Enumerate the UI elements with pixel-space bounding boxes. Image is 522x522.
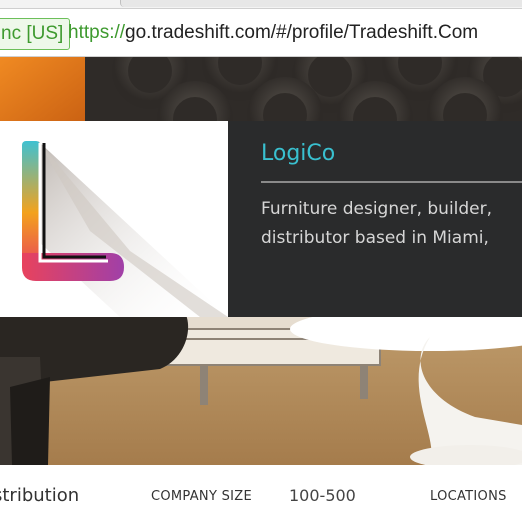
browser-tab-strip: [0, 0, 522, 9]
company-size-value: 100-500: [289, 486, 356, 505]
url-protocol: https://: [68, 22, 126, 43]
url-address[interactable]: https://go.tradeshift.com/#/profile/Trad…: [68, 18, 478, 48]
url-path: go.tradeshift.com/#/profile/Tradeshift.C…: [125, 22, 479, 43]
company-logo: [0, 121, 228, 317]
locations-label: LOCATIONS: [430, 489, 507, 504]
profile-cover-image: LogiCo Furniture designer, builder, dist…: [0, 57, 522, 465]
ev-certificate-badge[interactable]: nc [US]: [0, 18, 71, 50]
panel-divider: [261, 181, 522, 183]
industry-value: istribution: [0, 485, 80, 506]
logico-l-logo-icon: [22, 141, 228, 317]
company-name: LogiCo: [261, 141, 336, 166]
company-info-panel: LogiCo Furniture designer, builder, dist…: [228, 121, 522, 317]
company-description: Furniture designer, builder, distributor…: [261, 199, 493, 248]
company-stats-row: istribution COMPANY SIZE 100-500 LOCATIO…: [0, 465, 522, 522]
company-size-label: COMPANY SIZE: [151, 489, 253, 504]
browser-tab[interactable]: [120, 0, 522, 7]
browser-url-bar[interactable]: nc [US] https://go.tradeshift.com/#/prof…: [0, 0, 522, 57]
